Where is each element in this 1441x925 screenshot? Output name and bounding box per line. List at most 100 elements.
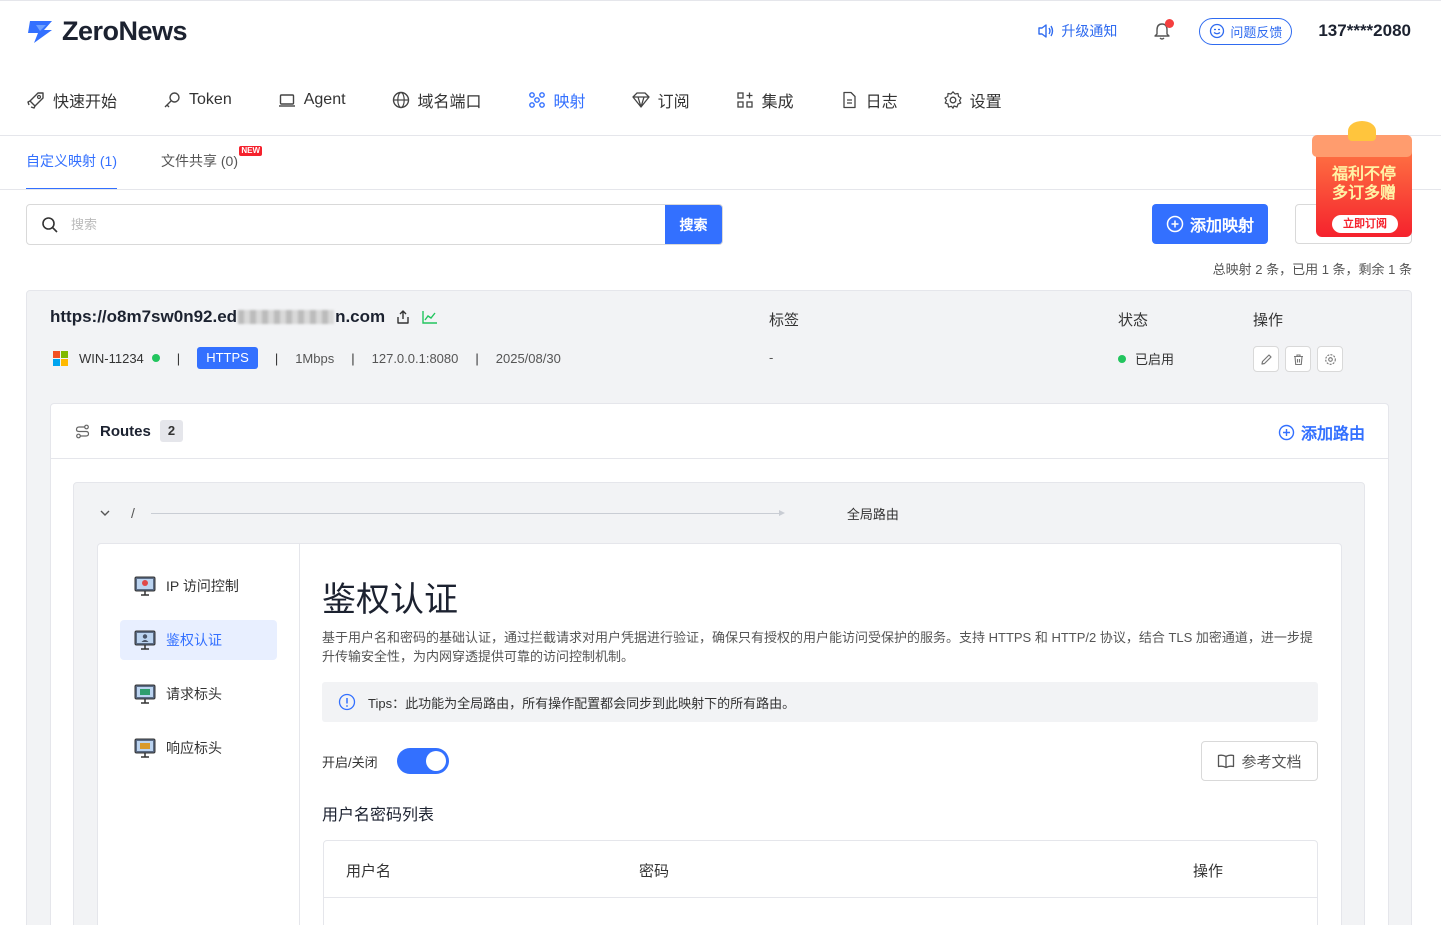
upgrade-notice-link[interactable]: 升级通知 (1037, 21, 1117, 41)
separator: | (274, 350, 279, 366)
plugin-sidebar-divider (299, 544, 300, 925)
mapping-ops (1253, 346, 1343, 372)
key-icon (164, 92, 180, 108)
mapping-url-suffix: n.com (335, 307, 386, 326)
table-header: 用户名 密码 操作 (324, 841, 1317, 898)
agent-online-dot (151, 354, 160, 362)
docs-button[interactable]: 参考文档 (1201, 741, 1318, 781)
traffic-chart-icon[interactable] (421, 309, 438, 325)
info-icon (338, 693, 356, 711)
diamond-icon (631, 92, 650, 108)
ip-access-icon (134, 576, 156, 596)
gift-bow (1348, 121, 1376, 141)
app-name: ZeroNews (62, 16, 188, 46)
separator: | (475, 350, 479, 366)
gear-icon (944, 91, 962, 109)
enable-toggle[interactable] (397, 748, 449, 774)
plugin-description: 基于用户名和密码的基础认证，通过拦截请求对用户凭据进行验证，确保只有授权的用户能… (322, 630, 1313, 664)
add-route-label: 添加路由 (1300, 426, 1365, 443)
routes-header: Routes 2 (74, 420, 184, 442)
speaker-icon (1038, 24, 1054, 38)
promo-subscribe-button[interactable]: 立即订阅 (1332, 215, 1398, 233)
nav-label: Agent (303, 91, 346, 108)
share-icon[interactable] (395, 309, 411, 325)
search-input[interactable] (59, 205, 665, 244)
tab-label: 自定义映射 (1) (26, 153, 117, 169)
promo-gift-banner[interactable]: 福利不停 多订多赠 立即订阅 (1312, 121, 1412, 239)
delete-button[interactable] (1285, 346, 1311, 372)
feedback-button[interactable]: 问题反馈 (1199, 17, 1293, 45)
route-scope: 全局路由 (846, 506, 899, 522)
app-logo[interactable]: ZeroNews (26, 16, 188, 47)
main-nav: 快速开始 Token Agent 域名端口 映射 订阅 集成 日志 设置 (26, 84, 1047, 116)
edit-button[interactable] (1253, 346, 1279, 372)
header-actions: 升级通知 问题反馈 137****2080 (1037, 17, 1411, 45)
status-dot (1118, 354, 1126, 363)
plugin-label: 鉴权认证 (166, 632, 222, 648)
tips-text: Tips：此功能为全局路由，所有操作配置都会同步到此映射下的所有路由。 (368, 695, 796, 711)
nav-item-domain-port[interactable]: 域名端口 (391, 88, 482, 112)
plugin-item-response-header[interactable]: 响应标头 (120, 728, 277, 768)
feedback-label: 问题反馈 (1230, 24, 1283, 40)
nav-item-logs[interactable]: 日志 (839, 88, 898, 112)
add-route-button[interactable]: 添加路由 (1278, 420, 1365, 444)
tab-file-share[interactable]: 文件共享 (0) NEW (161, 146, 262, 190)
nav-item-quick-start[interactable]: 快速开始 (26, 88, 117, 112)
plugin-item-ip-access[interactable]: IP 访问控制 (120, 566, 277, 606)
plugin-item-request-header[interactable]: 请求标头 (120, 674, 277, 714)
toggle-label: 开启/关闭 (322, 755, 378, 770)
nav-item-mapping[interactable]: 映射 (527, 88, 586, 112)
bandwidth: 1Mbps (295, 350, 335, 366)
tags-column-header: 标签 (769, 312, 800, 329)
nav-label: 日志 (865, 94, 898, 111)
status-column-header: 状态 (1118, 312, 1149, 329)
tags-value: - (769, 350, 774, 365)
nav-label: 域名端口 (417, 94, 482, 111)
notification-button[interactable] (1153, 18, 1175, 41)
apps-icon (736, 92, 753, 108)
nav-item-integration[interactable]: 集成 (735, 88, 794, 112)
nav-item-subscription[interactable]: 订阅 (631, 88, 690, 112)
nav-label: 设置 (969, 94, 1002, 111)
routes-count: 2 (159, 420, 184, 442)
nav-item-token[interactable]: Token (162, 90, 232, 110)
nav-label: 映射 (553, 94, 586, 111)
nav-item-agent[interactable]: Agent (277, 90, 346, 110)
add-mapping-button[interactable]: 添加映射 (1152, 204, 1268, 244)
nav-item-settings[interactable]: 设置 (943, 88, 1002, 112)
windows-icon (53, 350, 68, 366)
plugin-label: 响应标头 (166, 740, 222, 756)
plugin-title: 鉴权认证 (322, 581, 458, 619)
chevron-down-icon[interactable] (99, 507, 111, 519)
routes-divider (51, 458, 1388, 459)
mapping-tabs: 自定义映射 (1) 文件共享 (0) NEW (26, 146, 282, 190)
separator: | (351, 350, 355, 366)
search-button[interactable]: 搜索 (665, 205, 722, 244)
account-name[interactable]: 137****2080 (1318, 21, 1411, 41)
password-column-header: 密码 (639, 863, 670, 880)
book-icon (1218, 754, 1235, 769)
ops-column-header: 操作 (1193, 863, 1224, 880)
target-address: 127.0.0.1:8080 (371, 350, 459, 366)
tab-custom-mapping[interactable]: 自定义映射 (1) (26, 148, 117, 190)
plugin-item-auth[interactable]: 鉴权认证 (120, 620, 277, 660)
gear-icon (1324, 353, 1336, 365)
plugin-label: 请求标头 (166, 686, 222, 702)
document-icon (842, 91, 856, 109)
plus-circle-icon (1166, 215, 1184, 233)
mapping-url[interactable]: https://o8m7sw0n92.ed n.com (50, 307, 438, 327)
agent-name[interactable]: WIN-11234 (79, 351, 144, 366)
nav-label: 快速开始 (53, 94, 118, 111)
new-badge: NEW (239, 146, 262, 156)
search-icon (42, 216, 58, 233)
plus-circle-icon (1278, 424, 1295, 440)
protocol-tag: HTTPS (197, 347, 258, 369)
route-row[interactable]: / 全局路由 (99, 502, 1339, 524)
top-border (0, 0, 1441, 1)
ops-column-header: 操作 (1253, 312, 1284, 329)
nav-label: 订阅 (657, 94, 690, 111)
routes-icon (75, 424, 90, 438)
status-cell: 已启用 (1118, 349, 1174, 368)
notification-dot (1165, 18, 1175, 28)
settings-button[interactable] (1317, 346, 1343, 372)
